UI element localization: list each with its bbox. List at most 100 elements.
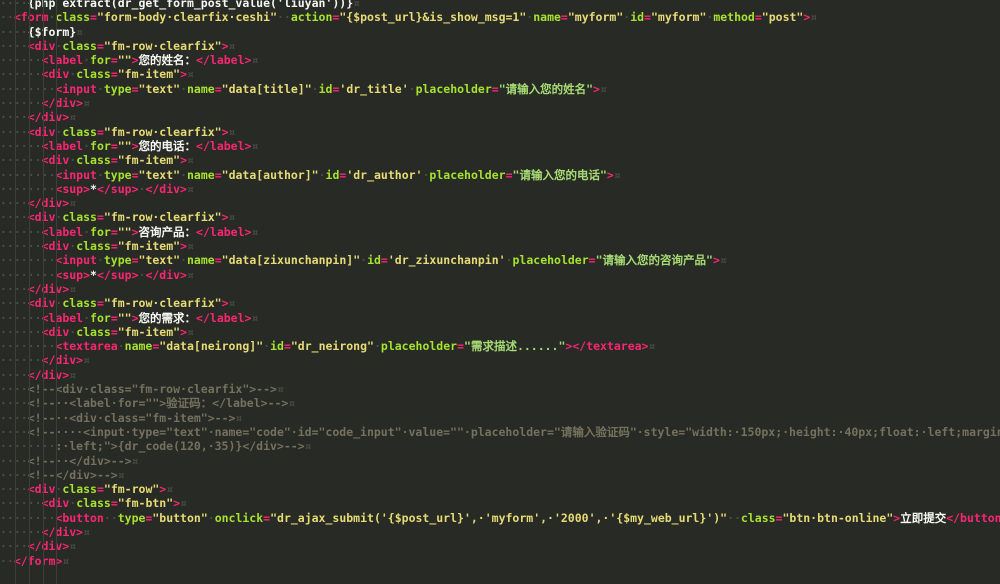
code-token-cr: ¤ — [83, 96, 91, 111]
code-line[interactable]: ····<div·class="fm-row·clearfix">¤ — [0, 210, 1000, 224]
code-token-tag: </button> — [946, 510, 1000, 525]
code-token-eq: = — [110, 239, 118, 254]
code-line[interactable]: ······<div·class="fm-item">¤ — [0, 239, 1000, 253]
code-line[interactable]: ····<!--··<div·class="fm-item">-->¤ — [0, 411, 1000, 425]
code-token-cr: ¤ — [353, 0, 361, 10]
code-line[interactable]: ····<!--<div·class="fm-row·clearfix">-->… — [0, 382, 1000, 396]
code-line[interactable]: ····</div>¤ — [0, 368, 1000, 382]
code-token-eq: = — [505, 167, 513, 182]
code-token-attr: class — [76, 239, 111, 254]
code-token-eq: = — [214, 253, 222, 268]
code-token-str: "" — [117, 224, 132, 239]
code-token-cr: ¤ — [251, 310, 259, 325]
code-line[interactable]: ··<form·class="form-body·clearfix·ceshi"… — [0, 10, 1000, 24]
code-token-attr: class — [76, 67, 111, 82]
indent-guide — [56, 0, 58, 584]
code-token-eq: = — [96, 210, 104, 225]
code-line[interactable]: ····<!--··</div>-->¤ — [0, 454, 1000, 468]
indent-guide — [42, 0, 44, 584]
code-token-tag: </sup> — [96, 267, 139, 282]
code-token-attr: method — [713, 10, 755, 25]
indent-whitespace-markers: ······ — [0, 67, 42, 82]
code-line[interactable]: ········<textarea·name="data[neirong]"·i… — [0, 339, 1000, 353]
code-line[interactable]: ····</div>¤ — [0, 539, 1000, 553]
code-line[interactable]: ····{php extract(dr_get_form_post_value(… — [0, 0, 1000, 10]
code-line[interactable]: ······<label·for="">您的电话：</label>¤ — [0, 139, 1000, 153]
code-token-attr: name — [533, 10, 561, 25]
code-line[interactable]: ········<button··type="button"·onclick="… — [0, 511, 1000, 525]
code-token-str: "myform" — [567, 10, 624, 25]
code-token-attr: action — [290, 10, 333, 25]
code-token-str: 'dr_author' — [346, 167, 423, 182]
code-token-ws: · — [83, 224, 91, 239]
code-token-tag: <input — [55, 81, 97, 96]
code-line[interactable]: ····<!--</div>-->¤ — [0, 468, 1000, 482]
code-token-attr: name — [124, 339, 153, 354]
code-token-cmt: <!--<div·class="fm-row·clearfix">--> — [27, 382, 277, 397]
code-token-attr: for — [90, 224, 111, 239]
code-line[interactable]: ····</div>¤ — [0, 110, 1000, 124]
code-line[interactable]: ········<input·type="text"·name="data[ti… — [0, 82, 1000, 96]
code-token-tag: </div> — [27, 110, 70, 125]
code-token-eq: = — [131, 253, 139, 268]
code-token-eq: = — [283, 339, 291, 354]
code-line[interactable]: ····<div·class="fm-row">¤ — [0, 482, 1000, 496]
code-token-eq: = — [214, 167, 222, 182]
code-line[interactable]: ····<!--··<label·for="">验证码：</label>-->¤ — [0, 396, 1000, 410]
code-line[interactable]: ······</div>¤ — [0, 525, 1000, 539]
code-line[interactable]: ······<div·class="fm-item">¤ — [0, 153, 1000, 167]
code-token-eq: = — [96, 38, 104, 53]
indent-whitespace-markers: ······ — [0, 353, 42, 368]
code-line[interactable]: ······<div·class="fm-item">¤ — [0, 325, 1000, 339]
code-token-ws: · — [180, 167, 187, 182]
code-token-cr: ¤ — [251, 138, 259, 153]
code-token-eq: = — [96, 124, 104, 139]
code-token-str: "fm-row·clearfix" — [103, 296, 222, 311]
code-editor-pane[interactable]: ····{php extract(dr_get_form_post_value(… — [0, 0, 1000, 584]
code-token-str: "text" — [138, 167, 181, 182]
code-line[interactable]: ····<div·class="fm-row·clearfix">¤ — [0, 39, 1000, 53]
code-line[interactable]: ······<label·for="">咨询产品：</label>¤ — [0, 225, 1000, 239]
code-token-eq: = — [380, 253, 388, 268]
code-line[interactable]: ····</div>¤ — [0, 196, 1000, 210]
code-line[interactable]: ······<div·class="fm-btn">¤ — [0, 496, 1000, 510]
indent-whitespace-markers: ·· — [0, 10, 14, 25]
indent-whitespace-markers: ······ — [0, 524, 42, 539]
code-line[interactable]: ····{$form}¤ — [0, 25, 1000, 39]
code-token-eq: = — [560, 10, 568, 25]
indent-guide — [28, 0, 30, 584]
code-text-area[interactable]: ····{php extract(dr_get_form_post_value(… — [0, 0, 1000, 568]
code-line[interactable]: ····</div>¤ — [0, 282, 1000, 296]
code-line[interactable]: ········<sup>*</sup>·</div>¤ — [0, 182, 1000, 196]
code-line[interactable]: ····<div·class="fm-row·clearfix">¤ — [0, 296, 1000, 310]
code-token-tag: > — [180, 67, 187, 82]
code-token-plain: 咨询产品： — [138, 224, 197, 239]
code-token-plain: 立即提交 — [900, 510, 947, 525]
code-token-eq: = — [110, 138, 118, 153]
code-token-tag: > — [606, 167, 614, 182]
code-line[interactable]: ····<div·class="fm-row·clearfix">¤ — [0, 125, 1000, 139]
code-line[interactable]: ······<label·for="">您的需求：</label>¤ — [0, 311, 1000, 325]
code-line[interactable]: ········<input·type="text"·name="data[au… — [0, 168, 1000, 182]
code-token-str: 'dr_zixunchanpin' — [387, 253, 506, 268]
code-line[interactable]: ······</div>¤ — [0, 353, 1000, 367]
code-token-str: "{$post_url}&is_show_msg=1" — [339, 10, 527, 25]
indent-guide — [14, 0, 16, 584]
code-token-str: "text" — [138, 253, 181, 268]
code-token-ws: · — [96, 81, 104, 96]
code-token-ws: · — [311, 81, 319, 96]
code-line[interactable]: ········<sup>*</sup>·</div>¤ — [0, 268, 1000, 282]
code-line[interactable]: ··</form>¤ — [0, 554, 1000, 568]
code-token-cr: ¤ — [648, 339, 656, 354]
code-line[interactable]: ······<label·for="">您的姓名：</label>¤ — [0, 53, 1000, 67]
code-line[interactable]: ······<div·class="fm-item">¤ — [0, 67, 1000, 81]
code-token-attr: type — [117, 510, 146, 525]
code-line[interactable]: ········:·left;">{dr_code(120,·35)}</div… — [0, 439, 1000, 453]
code-token-eq: = — [110, 224, 118, 239]
code-token-str: "fm-item" — [117, 239, 181, 254]
code-line[interactable]: ····<!--····<input·type="text"·name="cod… — [0, 425, 1000, 439]
code-line[interactable]: ······</div>¤ — [0, 96, 1000, 110]
code-line[interactable]: ········<input·type="text"·name="data[zi… — [0, 253, 1000, 267]
code-token-ws: ·· — [103, 510, 118, 525]
code-token-tag: > — [131, 53, 139, 68]
